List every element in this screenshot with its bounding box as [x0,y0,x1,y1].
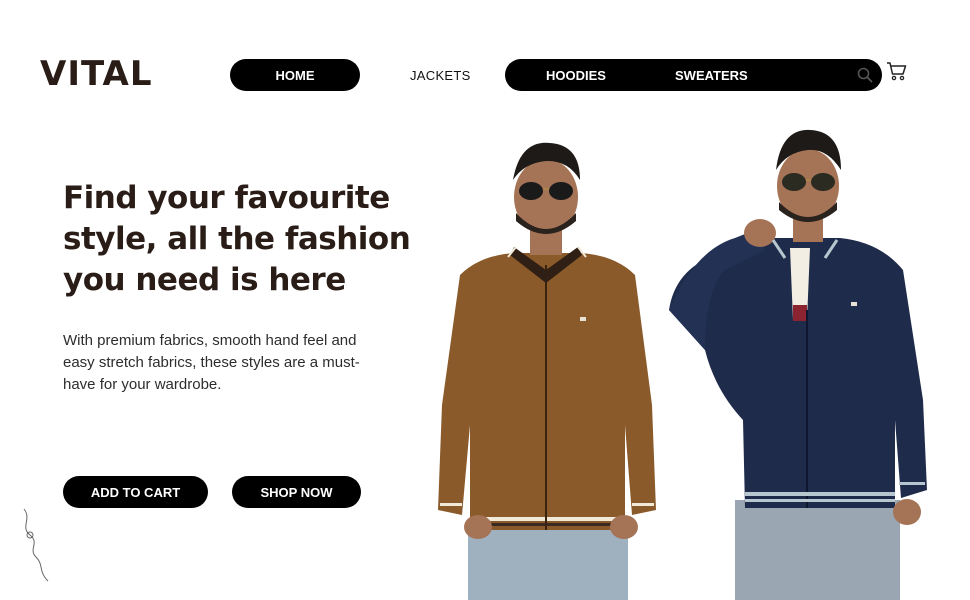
add-to-cart-button[interactable]: ADD TO CART [63,476,208,508]
brand-logo[interactable]: VITAL [40,54,153,94]
hero-headline: Find your favourite style, all the fashi… [63,180,411,298]
nav-home-label: HOME [275,67,315,83]
model-brown-jacket-image [438,142,656,600]
hero-description: With premium fabrics, smooth hand feel a… [63,332,360,393]
search-icon[interactable] [856,66,874,84]
nav-pill-group: HOODIES SWEATERS [505,59,882,91]
model-navy-jacket-image [669,129,927,600]
shop-now-button[interactable]: SHOP NOW [232,476,361,508]
nav-jackets-link[interactable]: JACKETS [410,68,471,83]
shop-now-label: SHOP NOW [260,484,333,500]
nav-hoodies-link[interactable]: HOODIES [546,68,606,83]
nav-sweaters-link[interactable]: SWEATERS [675,68,748,83]
cart-icon[interactable] [886,61,908,81]
decorative-squiggle [23,508,49,582]
nav-home-button[interactable]: HOME [230,59,360,91]
add-to-cart-label: ADD TO CART [90,484,181,500]
